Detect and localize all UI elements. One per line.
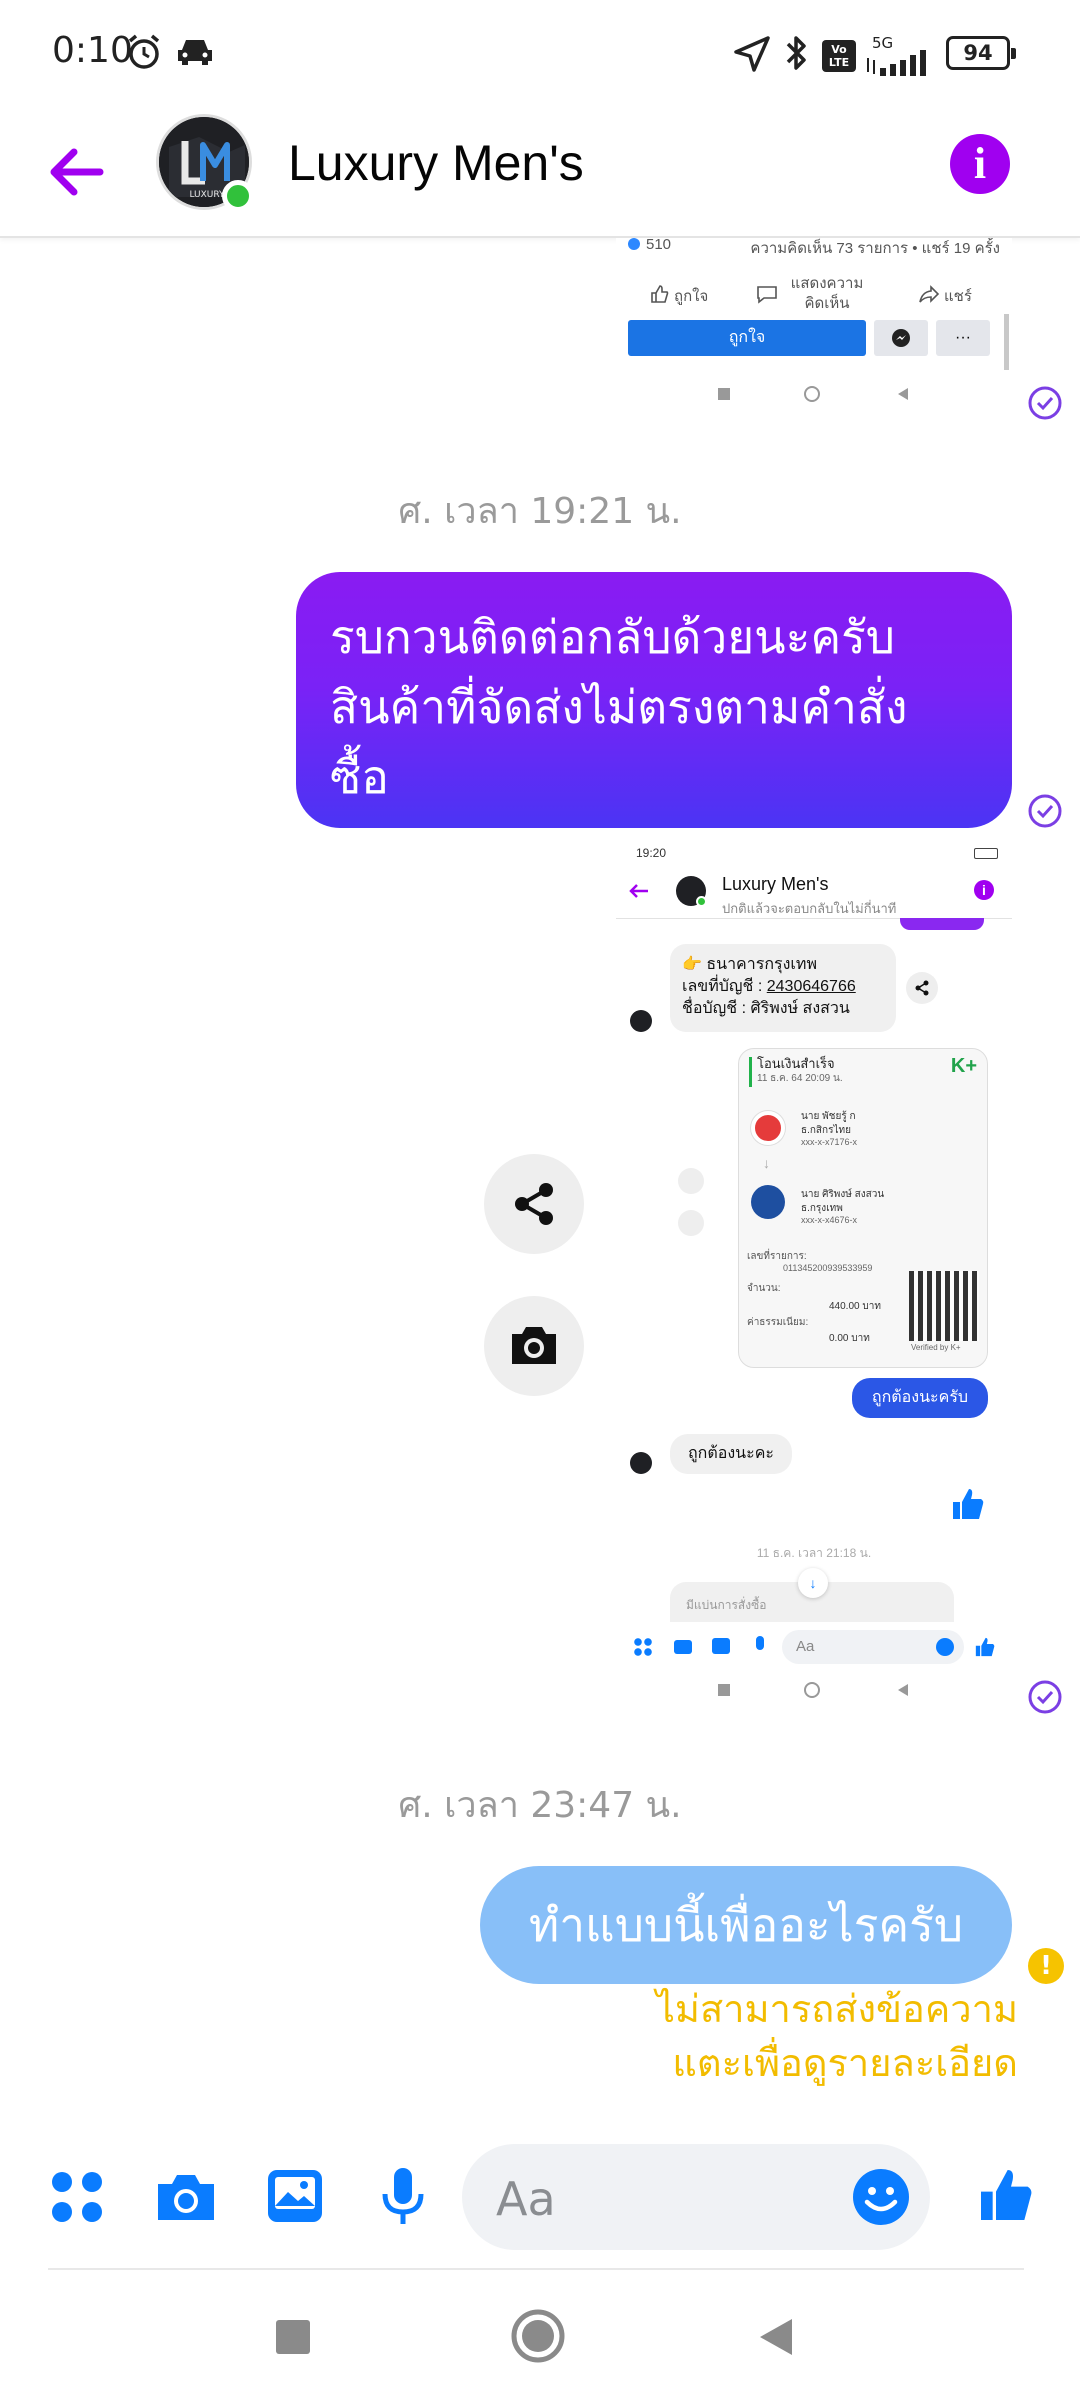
nav-recents-icon <box>718 1684 730 1696</box>
battery-indicator: 94 <box>946 36 1016 70</box>
mini-avatar <box>630 1452 652 1474</box>
mini-back-arrow-icon <box>629 884 648 898</box>
error-alert-icon[interactable]: ! <box>1028 1948 1064 1984</box>
info-button[interactable]: i <box>950 134 1010 194</box>
microphone-icon[interactable] <box>380 2166 426 2228</box>
thumbs-up-icon[interactable] <box>976 2164 1036 2226</box>
attached-screenshot-chat[interactable]: 19:20 Luxury Men's ปกติแล้วจะตอบกลับในไม… <box>616 838 1012 1710</box>
alarm-icon <box>128 34 160 69</box>
mini-scroll-down-button: ↓ <box>798 1568 828 1598</box>
sent-check-icon <box>1028 1680 1062 1714</box>
timestamp-1: ศ. เวลา 19:21 น. <box>398 491 682 532</box>
online-status-dot <box>222 180 254 212</box>
comment-icon <box>757 286 777 304</box>
home-button[interactable] <box>510 2308 566 2364</box>
like-count: 510 <box>646 238 672 253</box>
recents-button[interactable] <box>276 2320 310 2354</box>
sent-check-icon <box>1028 386 1062 420</box>
sent-check-icon <box>1028 794 1062 828</box>
mini-received-bubble: ถูกต้องนะคะ <box>670 1434 792 1474</box>
mini-camera-button <box>678 1210 704 1236</box>
nav-home-icon <box>804 1682 820 1698</box>
messenger-button[interactable] <box>874 320 928 356</box>
mini-status-time: 19:20 <box>636 846 667 860</box>
back-nav-button[interactable] <box>756 2316 796 2358</box>
attached-screenshot-post[interactable]: 510 ความคิดเห็น 73 รายการ • แชร์ 19 ครั้… <box>616 238 1012 414</box>
mini-share-button <box>906 972 938 1004</box>
send-error-text[interactable]: ไม่สามารถส่งข้อความ แตะเพื่อดูรายละเอียด <box>656 1982 1018 2090</box>
failed-message-bubble[interactable]: ทำแบบนี้เพื่ออะไรครับ <box>480 1866 1012 1984</box>
composer-divider <box>48 2268 1024 2270</box>
mini-sent-bubble: ถูกต้องนะครับ <box>852 1378 988 1418</box>
post-meta: ความคิดเห็น 73 รายการ • แชร์ 19 ครั้ง <box>750 240 1000 257</box>
mini-battery <box>974 848 998 859</box>
error-line: ไม่สามารถส่งข้อความ <box>655 1987 1018 2031</box>
mini-share-button <box>678 1168 704 1194</box>
camera-icon[interactable] <box>154 2170 218 2224</box>
share-action-label: แชร์ <box>944 288 972 305</box>
nav-back-icon <box>898 1684 908 1696</box>
like-page-button[interactable]: ถูกใจ <box>628 320 866 356</box>
mini-chat-title: Luxury Men's <box>722 874 829 894</box>
message-input[interactable]: Aa <box>462 2144 930 2250</box>
message-composer: Aa <box>0 2132 1080 2262</box>
apps-menu-icon[interactable] <box>48 2168 106 2226</box>
system-navigation-bar <box>0 2272 1080 2400</box>
mini-thumbs-up-icon <box>953 1489 984 1519</box>
timestamp-2: ศ. เวลา 23:47 น. <box>398 1785 682 1826</box>
status-bar: 0:10 Vo LTE 5G 94 <box>0 0 1080 110</box>
mini-sent-bubble-edge <box>900 918 984 930</box>
mini-chat-subtitle: ปกติแล้วจะตอบกลับในไม่กี่นาที <box>722 901 897 916</box>
mini-share-icon <box>915 980 929 996</box>
mini-qr-code <box>909 1271 979 1341</box>
mini-avatar <box>630 1010 652 1032</box>
mini-bank-info-bubble: 👉 ธนาคารกรุงเทพ เลขที่บัญชี : 2430646766… <box>670 944 896 1032</box>
error-details-link[interactable]: แตะเพื่อดูรายละเอียด <box>656 2036 1018 2090</box>
emoji-icon[interactable] <box>852 2168 910 2226</box>
mini-online-dot <box>696 896 707 907</box>
signal-icon <box>867 50 926 76</box>
car-icon <box>178 40 212 65</box>
svg-text:LUXURY: LUXURY <box>189 190 225 200</box>
mini-composer: Aa <box>616 1622 1012 1672</box>
nav-home-icon <box>804 386 820 402</box>
thumbs-up-outline-icon <box>651 285 669 303</box>
mini-timestamp: 11 ธ.ค. เวลา 21:18 น. <box>756 1546 872 1560</box>
comment-action-label: แสดงความคิดเห็น <box>790 275 864 312</box>
back-arrow-icon <box>50 148 104 196</box>
chat-title[interactable]: Luxury Men's <box>288 134 584 192</box>
camera-icon <box>512 1327 556 1364</box>
mini-transfer-slip: โอนเงินสำเร็จ 11 ธ.ค. 64 20:09 น. K+ นาย… <box>738 1048 988 1368</box>
sent-message-bubble[interactable]: รบกวนติดต่อกลับด้วยนะครับ สินค้าที่จัดส่… <box>296 572 1012 828</box>
nav-back-icon <box>898 388 908 400</box>
mini-info-icon: i <box>974 880 994 900</box>
like-action-label: ถูกใจ <box>674 288 709 305</box>
save-image-button[interactable] <box>484 1296 584 1396</box>
location-arrow-icon <box>734 36 770 72</box>
bluetooth-icon <box>786 36 806 70</box>
gallery-icon[interactable] <box>266 2168 324 2224</box>
message-input-placeholder: Aa <box>496 2172 556 2226</box>
message-line: สินค้าที่จัดส่งไม่ตรงตามคำสั่ง <box>330 680 908 734</box>
nav-recents-icon <box>718 388 730 400</box>
message-line: ซื้อ <box>330 750 389 804</box>
more-button[interactable]: ··· <box>936 320 990 356</box>
volte-badge: Vo LTE <box>822 40 856 72</box>
like-count-icon <box>628 238 640 250</box>
scrollbar <box>1004 314 1009 370</box>
share-icon <box>515 1183 553 1225</box>
share-arrow-icon <box>919 285 940 303</box>
status-time: 0:10 <box>52 30 133 71</box>
share-image-button[interactable] <box>484 1154 584 1254</box>
messenger-icon <box>892 329 910 347</box>
chat-header: LUXURY Luxury Men's i <box>0 110 1080 238</box>
back-button[interactable] <box>44 132 124 212</box>
message-line: รบกวนติดต่อกลับด้วยนะครับ <box>330 610 896 664</box>
